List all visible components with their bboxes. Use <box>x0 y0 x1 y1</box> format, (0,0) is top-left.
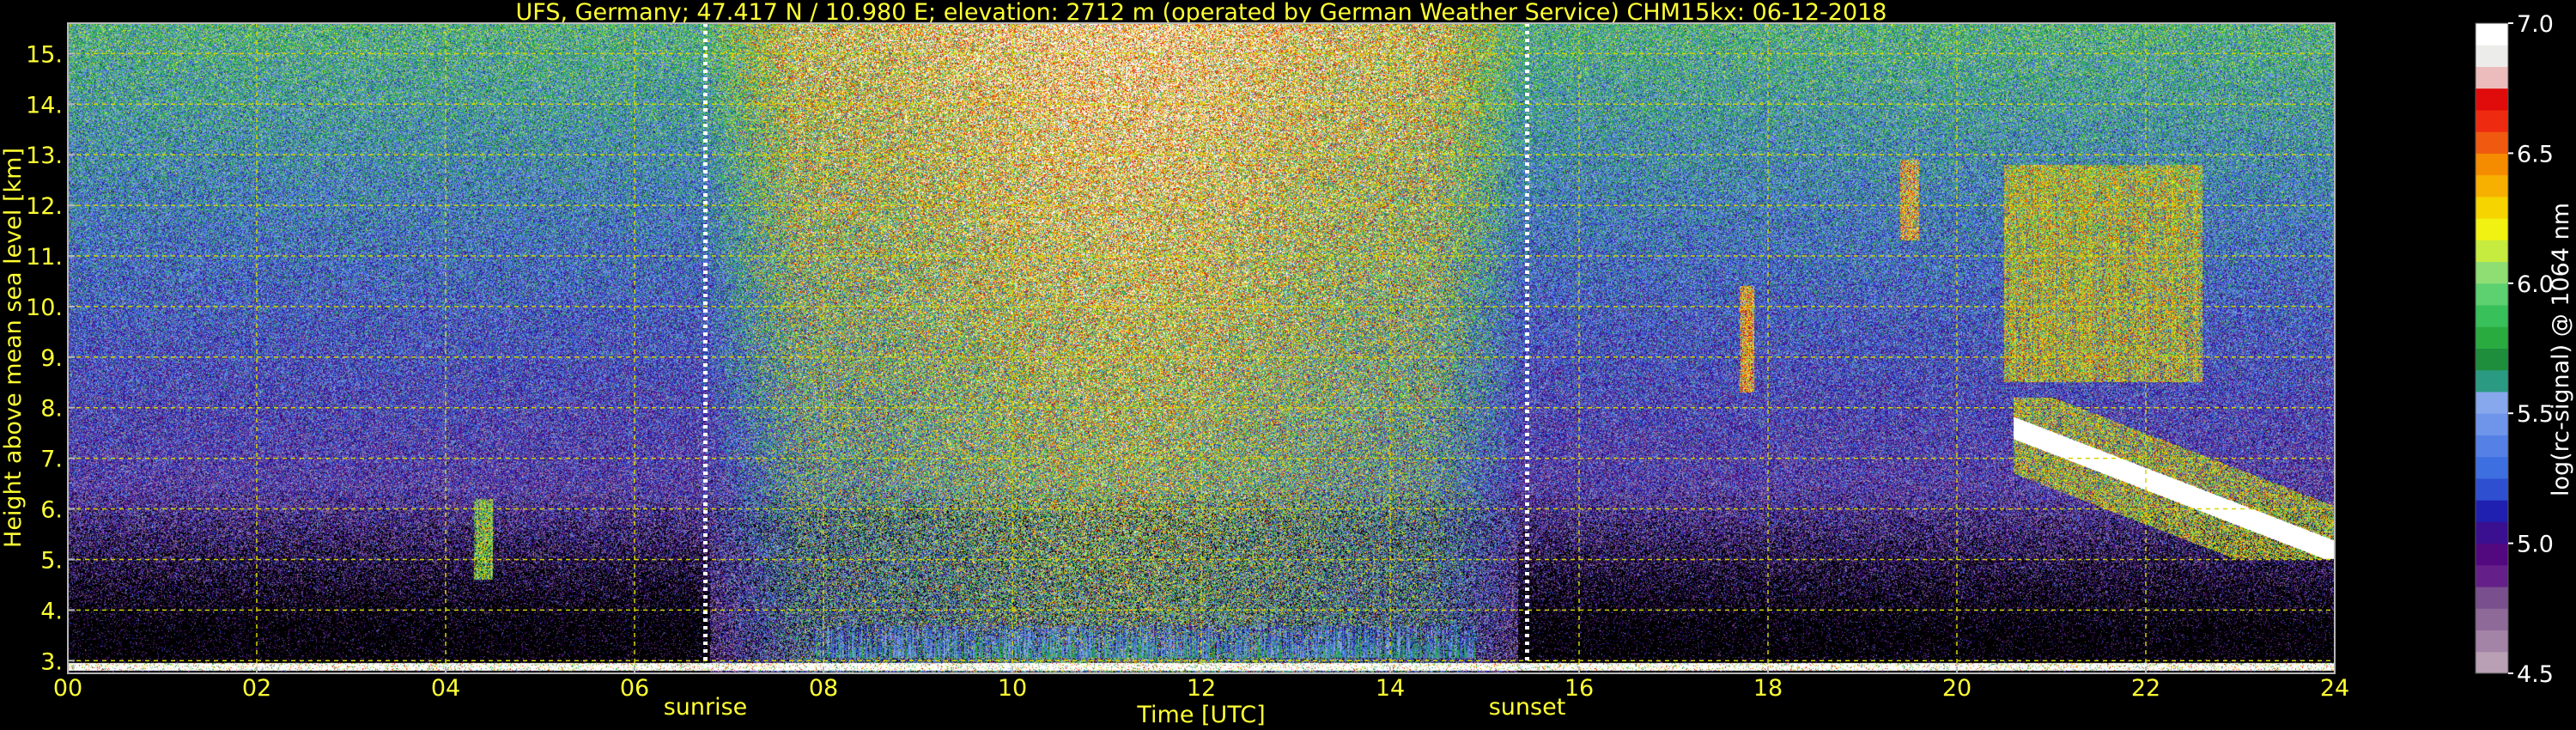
chart-title: UFS, Germany; 47.417 N / 10.980 E; eleva… <box>516 0 1887 26</box>
y-tick-label: 11. <box>26 244 63 271</box>
colorbar-segment <box>2476 261 2508 284</box>
colorbar-segment <box>2476 543 2508 566</box>
y-tick-label: 12. <box>26 193 63 220</box>
y-tick-label: 10. <box>26 295 63 321</box>
y-axis-label: Height above mean sea level [km] <box>0 148 27 548</box>
colorbar-segment <box>2476 413 2508 435</box>
colorbar-tick-label: 5.0 <box>2517 532 2554 558</box>
colorbar-segment <box>2476 521 2508 544</box>
colorbar-segment <box>2476 326 2508 349</box>
x-tick-label: 24 <box>2320 675 2349 702</box>
colorbar-segment <box>2476 23 2508 46</box>
colorbar-tick-label: 7.0 <box>2517 11 2554 38</box>
y-tick-label: 4. <box>40 598 63 624</box>
x-tick-label: 22 <box>2131 675 2160 702</box>
grid-lines <box>68 23 2335 673</box>
colorbar-segment <box>2476 608 2508 631</box>
x-tick-label: 18 <box>1753 675 1783 702</box>
colorbar-tick-label: 4.5 <box>2517 661 2554 688</box>
sun-event-label: sunrise <box>664 694 748 721</box>
x-tick-label: 04 <box>431 675 460 702</box>
x-tick-label: 16 <box>1564 675 1594 702</box>
colorbar-segment <box>2476 500 2508 522</box>
y-tick-label: 15. <box>26 41 63 68</box>
colorbar-segment <box>2476 478 2508 501</box>
x-axis-label: Time [UTC] <box>1136 702 1265 728</box>
sun-event-markers: sunrise sunset <box>664 23 1566 721</box>
x-axis-ticks: 00 02 04 06 08 10 12 14 16 18 20 22 24 <box>53 666 2349 702</box>
colorbar-segment <box>2476 45 2508 67</box>
colorbar-segment <box>2476 348 2508 371</box>
x-tick-label: 12 <box>1187 675 1216 702</box>
x-tick-label: 06 <box>620 675 649 702</box>
x-tick-label: 20 <box>1942 675 1971 702</box>
y-tick-label: 3. <box>40 648 63 675</box>
colorbar-segment <box>2476 174 2508 198</box>
x-tick-label: 08 <box>809 675 838 702</box>
colorbar: 4.55.05.56.06.57.0 <box>2475 11 2554 688</box>
colorbar-segment <box>2476 305 2508 327</box>
x-tick-label: 00 <box>53 675 82 702</box>
colorbar-segment <box>2476 131 2508 154</box>
colorbar-segment <box>2476 435 2508 458</box>
x-tick-label: 02 <box>242 675 271 702</box>
ceilometer-chart: UFS, Germany; 47.417 N / 10.980 E; eleva… <box>0 0 2576 730</box>
colorbar-segment <box>2476 196 2508 219</box>
colorbar-label: log(rc-signal) @ 1064 nm <box>2548 203 2574 496</box>
chart-overlay: UFS, Germany; 47.417 N / 10.980 E; eleva… <box>0 0 2574 728</box>
colorbar-segment <box>2476 283 2508 306</box>
colorbar-segment <box>2476 88 2508 111</box>
colorbar-segment <box>2476 456 2508 479</box>
colorbar-segment <box>2476 651 2508 674</box>
colorbar-segment <box>2476 369 2508 392</box>
colorbar-segment <box>2476 630 2508 653</box>
colorbar-segment <box>2476 391 2508 414</box>
y-tick-label: 13. <box>26 143 63 169</box>
y-tick-label: 8. <box>40 396 63 423</box>
colorbar-segment <box>2476 564 2508 587</box>
colorbar-tick-label: 6.5 <box>2517 141 2554 167</box>
colorbar-segment <box>2476 66 2508 89</box>
y-tick-label: 9. <box>40 345 63 372</box>
y-tick-label: 6. <box>40 497 63 524</box>
y-tick-label: 7. <box>40 447 63 473</box>
colorbar-segment <box>2476 240 2508 263</box>
y-tick-label: 14. <box>26 92 63 119</box>
colorbar-segment <box>2476 109 2508 132</box>
sun-event-label: sunset <box>1489 694 1566 721</box>
colorbar-segment <box>2476 218 2508 240</box>
colorbar-segment <box>2476 587 2508 609</box>
x-tick-label: 14 <box>1376 675 1405 702</box>
x-tick-label: 10 <box>998 675 1027 702</box>
colorbar-segment <box>2476 153 2508 176</box>
y-tick-label: 5. <box>40 547 63 574</box>
